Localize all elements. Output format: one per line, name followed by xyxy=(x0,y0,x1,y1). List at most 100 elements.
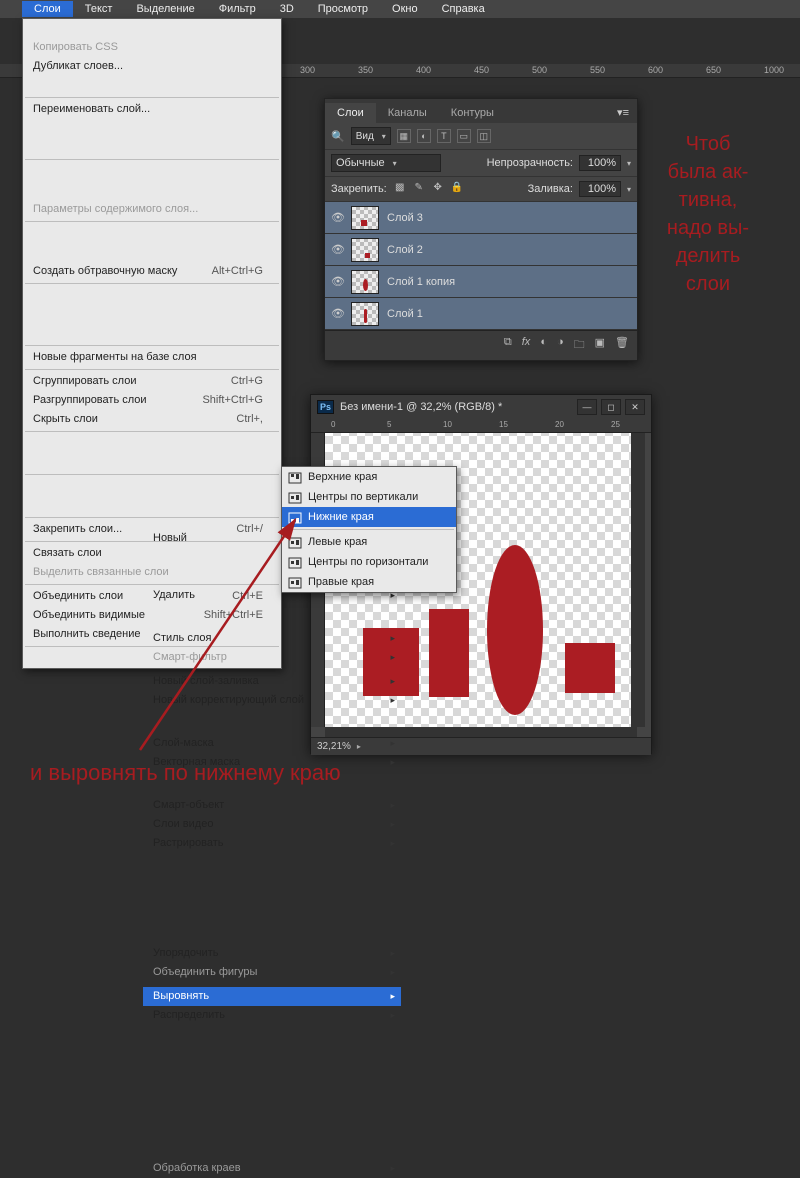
filter-type-icon[interactable]: T xyxy=(437,129,451,143)
window-close-button[interactable]: ✕ xyxy=(625,399,645,415)
lock-all-icon[interactable]: 🔒 xyxy=(450,182,464,196)
menu-текст[interactable]: Текст xyxy=(73,1,125,17)
layer-fx-icon[interactable]: fx xyxy=(522,336,531,355)
window-maximize-button[interactable]: ◻ xyxy=(601,399,621,415)
submenu-item-align-hcenter[interactable]: Центры по горизонтали xyxy=(282,552,456,572)
menu-item[interactable]: Скрыть слоиCtrl+, xyxy=(23,410,281,429)
fill-dropdown-icon[interactable]: ▾ xyxy=(627,185,631,194)
lock-transparency-icon[interactable]: ▩ xyxy=(393,182,407,196)
shape-rect-1 xyxy=(363,628,419,696)
annotation-right: Чтоббыла ак-тивна,надо вы-делитьслои xyxy=(638,130,778,298)
menu-item: Выделить связанные слои xyxy=(23,563,281,582)
panel-flyout-menu-icon[interactable]: ▾≡ xyxy=(609,102,637,123)
menu-просмотр[interactable]: Просмотр xyxy=(306,1,380,17)
layer-name[interactable]: Слой 3 xyxy=(387,212,423,224)
menu-item[interactable]: Распределить xyxy=(143,1006,401,1025)
fill-field[interactable]: 100% xyxy=(579,181,621,197)
submenu-item-align-right[interactable]: Правые края xyxy=(282,572,456,592)
add-mask-icon[interactable]: ◐ xyxy=(540,336,547,355)
menu-item: Параметры содержимого слоя... xyxy=(23,200,281,219)
menu-окно[interactable]: Окно xyxy=(380,1,430,17)
new-layer-icon[interactable]: ▣ xyxy=(595,336,605,355)
menu-item[interactable]: Дубликат слоев... xyxy=(23,57,281,76)
submenu-item-align-top[interactable]: Верхние края xyxy=(282,467,456,487)
blend-opacity-row: Обычные Непрозрачность: 100% ▾ xyxy=(325,150,637,177)
align-bottom-icon xyxy=(288,511,302,523)
lock-position-icon[interactable]: ✥ xyxy=(431,182,445,196)
blend-mode-select[interactable]: Обычные xyxy=(331,154,441,172)
align-right-icon xyxy=(288,576,302,588)
layer-row[interactable]: 👁 Слой 1 копия xyxy=(325,266,637,298)
layer-name[interactable]: Слой 2 xyxy=(387,244,423,256)
lock-pixels-icon[interactable]: ✎ xyxy=(412,182,426,196)
filter-adjust-icon[interactable]: ◐ xyxy=(417,129,431,143)
link-layers-icon[interactable]: ⧉ xyxy=(504,336,512,355)
panel-tabs: СлоиКаналыКонтуры ▾≡ xyxy=(325,99,637,123)
menu-слои[interactable]: Слои xyxy=(22,1,73,17)
menu-item[interactable]: Создать обтравочную маскуAlt+Ctrl+G xyxy=(23,262,281,281)
tab-контуры[interactable]: Контуры xyxy=(439,103,506,123)
lock-label: Закрепить: xyxy=(331,183,387,195)
menu-3d[interactable]: 3D xyxy=(268,1,306,17)
document-titlebar[interactable]: Ps Без имени-1 @ 32,2% (RGB/8) * — ◻ ✕ xyxy=(311,395,651,419)
menu-item[interactable]: Разгруппировать слоиShift+Ctrl+G xyxy=(23,391,281,410)
zoom-level[interactable]: 32,21% xyxy=(317,741,351,752)
menu-item[interactable]: Сгруппировать слоиCtrl+G xyxy=(23,372,281,391)
tab-слои[interactable]: Слои xyxy=(325,103,376,123)
menu-item[interactable]: Упорядочить xyxy=(143,944,401,963)
menu-выделение[interactable]: Выделение xyxy=(124,1,206,17)
lock-fill-row: Закрепить: ▩ ✎ ✥ 🔒 Заливка: 100% ▾ xyxy=(325,177,637,202)
submenu-align: Верхние краяЦентры по вертикалиНижние кр… xyxy=(281,466,457,593)
menu-item[interactable]: Объединить видимыеShift+Ctrl+E xyxy=(23,606,281,625)
menu-item[interactable]: Растрировать xyxy=(143,834,401,853)
menu-item[interactable]: Переименовать слой... xyxy=(23,100,281,119)
opacity-field[interactable]: 100% xyxy=(579,155,621,171)
scrollbar-horizontal[interactable] xyxy=(325,727,637,737)
ps-file-icon: Ps xyxy=(317,400,334,414)
new-group-icon[interactable]: 🗀 xyxy=(574,336,585,355)
lock-icons: ▩ ✎ ✥ 🔒 xyxy=(393,182,464,196)
layer-row[interactable]: 👁 Слой 2 xyxy=(325,234,637,266)
document-statusbar: 32,21% xyxy=(311,737,651,755)
filter-kind-select[interactable]: Вид xyxy=(351,127,391,145)
align-vcenter-icon xyxy=(288,491,302,503)
filter-smart-icon[interactable]: ◫ xyxy=(477,129,491,143)
menu-item[interactable]: Связать слои xyxy=(23,544,281,563)
scrollbar-vertical[interactable] xyxy=(631,433,645,727)
delete-layer-icon[interactable]: 🗑 xyxy=(615,336,629,355)
tab-каналы[interactable]: Каналы xyxy=(376,103,439,123)
layers-panel: СлоиКаналыКонтуры▾≡ 🔍 Вид ▦ ◐ T ▭ ◫ Обыч… xyxy=(324,98,638,361)
submenu-item-align-left[interactable]: Левые края xyxy=(282,532,456,552)
fill-label: Заливка: xyxy=(528,183,573,195)
submenu-item-align-vcenter[interactable]: Центры по вертикали xyxy=(282,487,456,507)
menu-item[interactable]: Закрепить слои...Ctrl+/ xyxy=(23,520,281,539)
layer-name[interactable]: Слой 1 xyxy=(387,308,423,320)
submenu-item-align-bottom[interactable]: Нижние края xyxy=(282,507,456,527)
visibility-icon[interactable]: 👁 xyxy=(325,275,351,288)
layer-thumbnail[interactable] xyxy=(351,270,379,294)
menu-item[interactable]: Слои видео xyxy=(143,815,401,834)
menu-фильтр[interactable]: Фильтр xyxy=(207,1,268,17)
window-minimize-button[interactable]: — xyxy=(577,399,597,415)
visibility-icon[interactable]: 👁 xyxy=(325,243,351,256)
layer-thumbnail[interactable] xyxy=(351,238,379,262)
adjustment-layer-icon[interactable]: ◑ xyxy=(557,336,564,355)
menu-item[interactable]: Новые фрагменты на базе слоя xyxy=(23,348,281,367)
align-hcenter-icon xyxy=(288,556,302,568)
layer-name[interactable]: Слой 1 копия xyxy=(387,276,455,288)
filter-pixel-icon[interactable]: ▦ xyxy=(397,129,411,143)
menu-item[interactable]: Объединить слоиCtrl+E xyxy=(23,587,281,606)
layer-thumbnail[interactable] xyxy=(351,206,379,230)
opacity-dropdown-icon[interactable]: ▾ xyxy=(627,159,631,168)
layer-row[interactable]: 👁 Слой 1 xyxy=(325,298,637,330)
filter-shape-icon[interactable]: ▭ xyxy=(457,129,471,143)
menu-справка[interactable]: Справка xyxy=(430,1,497,17)
menu-item[interactable]: Смарт-объект xyxy=(143,796,401,815)
visibility-icon[interactable]: 👁 xyxy=(325,211,351,224)
menu-item[interactable]: Выровнять xyxy=(143,987,401,1006)
layer-thumbnail[interactable] xyxy=(351,302,379,326)
visibility-icon[interactable]: 👁 xyxy=(325,307,351,320)
layer-row[interactable]: 👁 Слой 3 xyxy=(325,202,637,234)
menu-item: Обработка краев xyxy=(143,1159,401,1178)
menu-item[interactable]: Выполнить сведение xyxy=(23,625,281,644)
